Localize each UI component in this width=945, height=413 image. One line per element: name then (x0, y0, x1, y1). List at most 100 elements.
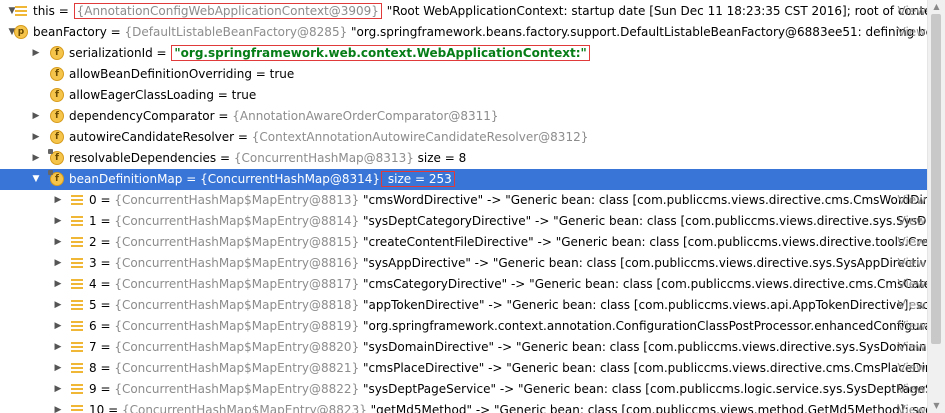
expand-arrow-icon[interactable]: ▶ (30, 127, 42, 148)
object-reference: {ConcurrentHashMap$MapEntry@8820} (114, 340, 360, 354)
tree-row[interactable]: ▶ 5 = {ConcurrentHashMap$MapEntry@8818} "… (0, 295, 928, 316)
variable-name: dependencyComparator (69, 109, 215, 123)
tree-row[interactable]: ▼ f beanDefinitionMap = {ConcurrentHashMap… (0, 169, 928, 190)
row-text: 2 = {ConcurrentHashMap$MapEntry@8815} "c… (89, 232, 928, 253)
field-icon: f (50, 88, 64, 102)
variable-name: serializationId (69, 46, 153, 60)
entry-icon (14, 4, 28, 18)
object-reference: {ConcurrentHashMap$MapEntry@8822} (114, 382, 360, 396)
entry-icon (70, 193, 84, 207)
object-reference: {ConcurrentHashMap$MapEntry@8814} (114, 214, 360, 228)
variable-value: "sysDomainDirective" -> "Generic bean: c… (359, 340, 928, 354)
tree-row[interactable]: ▶ 8 = {ConcurrentHashMap$MapEntry@8821} "… (0, 358, 928, 379)
view-link[interactable]: View (898, 337, 928, 358)
equals-sign: = (96, 382, 115, 396)
expand-arrow-icon[interactable]: ▶ (30, 106, 42, 127)
tree-row[interactable]: ▶ f resolvableDependencies = {ConcurrentHa… (0, 148, 928, 169)
scroll-up-icon[interactable]: ▲ (928, 0, 945, 14)
tree-row[interactable]: ▶ 1 = {ConcurrentHashMap$MapEntry@8814} "… (0, 211, 928, 232)
variable-name: resolvableDependencies (69, 151, 217, 165)
tree-row[interactable]: ▶ 4 = {ConcurrentHashMap$MapEntry@8817} "… (0, 274, 928, 295)
field-icon: f (50, 67, 64, 81)
scroll-down-icon[interactable]: ▼ (928, 399, 945, 413)
view-link[interactable]: View (898, 379, 928, 400)
variable-value: size = 253 (381, 171, 455, 187)
view-link[interactable]: View (898, 1, 928, 22)
equals-sign: = (106, 25, 125, 39)
object-reference: {ConcurrentHashMap$MapEntry@8817} (114, 277, 360, 291)
expand-arrow-icon[interactable]: ▶ (52, 295, 64, 316)
row-text: allowBeanDefinitionOverriding = true (69, 64, 294, 85)
expand-arrow-icon[interactable]: ▶ (52, 400, 64, 413)
equals-sign: = (251, 67, 270, 81)
row-text: 0 = {ConcurrentHashMap$MapEntry@8813} "c… (89, 190, 928, 211)
view-link[interactable]: View (898, 274, 928, 295)
object-reference: {ConcurrentHashMap@8313} (233, 151, 414, 165)
tree-row[interactable]: ▶ 0 = {ConcurrentHashMap$MapEntry@8813} "… (0, 190, 928, 211)
field-icon: f (48, 170, 64, 186)
view-link[interactable]: View (898, 316, 928, 337)
variable-value: "createContentFileDirective" -> "Generic… (359, 235, 928, 249)
debugger-variables-tree[interactable]: ▼ this = {AnnotationConfigWebApplicationC… (0, 0, 945, 413)
entry-icon (70, 298, 84, 312)
equals-sign: = (96, 340, 115, 354)
vertical-scrollbar[interactable]: ▲ ▼ (927, 0, 945, 413)
view-link[interactable]: View (898, 211, 928, 232)
entry-icon (70, 319, 84, 333)
view-link[interactable]: View (898, 358, 928, 379)
variable-value: "org.springframework.web.context.WebAppl… (171, 45, 590, 61)
tree-row[interactable]: ▶ 7 = {ConcurrentHashMap$MapEntry@8820} "… (0, 337, 928, 358)
expand-arrow-icon[interactable]: ▶ (52, 379, 64, 400)
expand-arrow-icon[interactable]: ▶ (52, 190, 64, 211)
tree-row[interactable]: ▶ f serializationId = "org.springframework… (0, 43, 928, 64)
tree-row[interactable]: ▼ p beanFactory = {DefaultListableBeanFact… (0, 22, 928, 43)
expand-arrow-icon[interactable]: ▶ (30, 43, 42, 64)
tree-row[interactable]: ▶ f dependencyComparator = {AnnotationAwar… (0, 106, 928, 127)
view-link[interactable]: View (898, 22, 928, 43)
expand-arrow-icon[interactable]: ▶ (52, 232, 64, 253)
variable-value: "appTokenDirective" -> "Generic bean: cl… (359, 298, 928, 312)
variable-value: size = 8 (413, 151, 467, 165)
tree-row[interactable]: ▶ 3 = {ConcurrentHashMap$MapEntry@8816} "… (0, 253, 928, 274)
collapse-arrow-icon[interactable]: ▼ (30, 169, 42, 190)
expand-arrow-icon[interactable]: ▶ (52, 274, 64, 295)
expand-arrow-icon[interactable]: ▶ (52, 358, 64, 379)
variable-name: 10 (89, 403, 105, 413)
expand-arrow-icon[interactable]: ▶ (52, 253, 64, 274)
tree-row[interactable]: ▼ this = {AnnotationConfigWebApplicationC… (0, 1, 928, 22)
object-reference: {ConcurrentHashMap$MapEntry@8821} (114, 361, 360, 375)
view-link[interactable]: View (898, 253, 928, 274)
variable-value: "sysAppDirective" -> "Generic bean: clas… (359, 256, 928, 270)
row-text: dependencyComparator = {AnnotationAwareO… (69, 106, 499, 127)
variable-value: "cmsPlaceDirective" -> "Generic bean: cl… (359, 361, 928, 375)
view-link[interactable]: View (898, 295, 928, 316)
variable-name: 5 (89, 298, 97, 312)
tree-row[interactable]: ▶ 2 = {ConcurrentHashMap$MapEntry@8815} "… (0, 232, 928, 253)
row-text: allowEagerClassLoading = true (69, 85, 256, 106)
tree-row[interactable]: ▶ 9 = {ConcurrentHashMap$MapEntry@8822} "… (0, 379, 928, 400)
expand-arrow-icon[interactable]: ▶ (30, 148, 42, 169)
expand-arrow-icon[interactable]: ▶ (52, 211, 64, 232)
view-link[interactable]: View (898, 190, 928, 211)
scroll-thumb[interactable] (931, 14, 941, 344)
tree-row[interactable]: ▶ f autowireCandidateResolver = {ContextAn… (0, 127, 928, 148)
tree-row[interactable]: ▶ 10 = {ConcurrentHashMap$MapEntry@8823} … (0, 400, 928, 413)
row-text: 1 = {ConcurrentHashMap$MapEntry@8814} "s… (89, 211, 928, 232)
row-text: 7 = {ConcurrentHashMap$MapEntry@8820} "s… (89, 337, 928, 358)
variable-name: 8 (89, 361, 97, 375)
view-link[interactable]: View (898, 400, 928, 413)
row-text: 8 = {ConcurrentHashMap$MapEntry@8821} "c… (89, 358, 928, 379)
tree-row[interactable]: f allowEagerClassLoading = true (0, 85, 928, 106)
equals-sign: = (96, 361, 115, 375)
variable-value: "getMd5Method" -> "Generic bean: class [… (366, 403, 928, 413)
view-link[interactable]: View (898, 232, 928, 253)
variable-name: 1 (89, 214, 97, 228)
variable-value: "sysDeptPageService" -> "Generic bean: c… (359, 382, 928, 396)
expand-arrow-icon[interactable]: ▶ (52, 316, 64, 337)
tree-row[interactable]: f allowBeanDefinitionOverriding = true (0, 64, 928, 85)
variable-value: "org.springframework.beans.factory.suppo… (347, 25, 928, 39)
tree-row[interactable]: ▶ 6 = {ConcurrentHashMap$MapEntry@8819} "… (0, 316, 928, 337)
variable-name: 6 (89, 319, 97, 333)
entry-icon (70, 403, 84, 413)
expand-arrow-icon[interactable]: ▶ (52, 337, 64, 358)
